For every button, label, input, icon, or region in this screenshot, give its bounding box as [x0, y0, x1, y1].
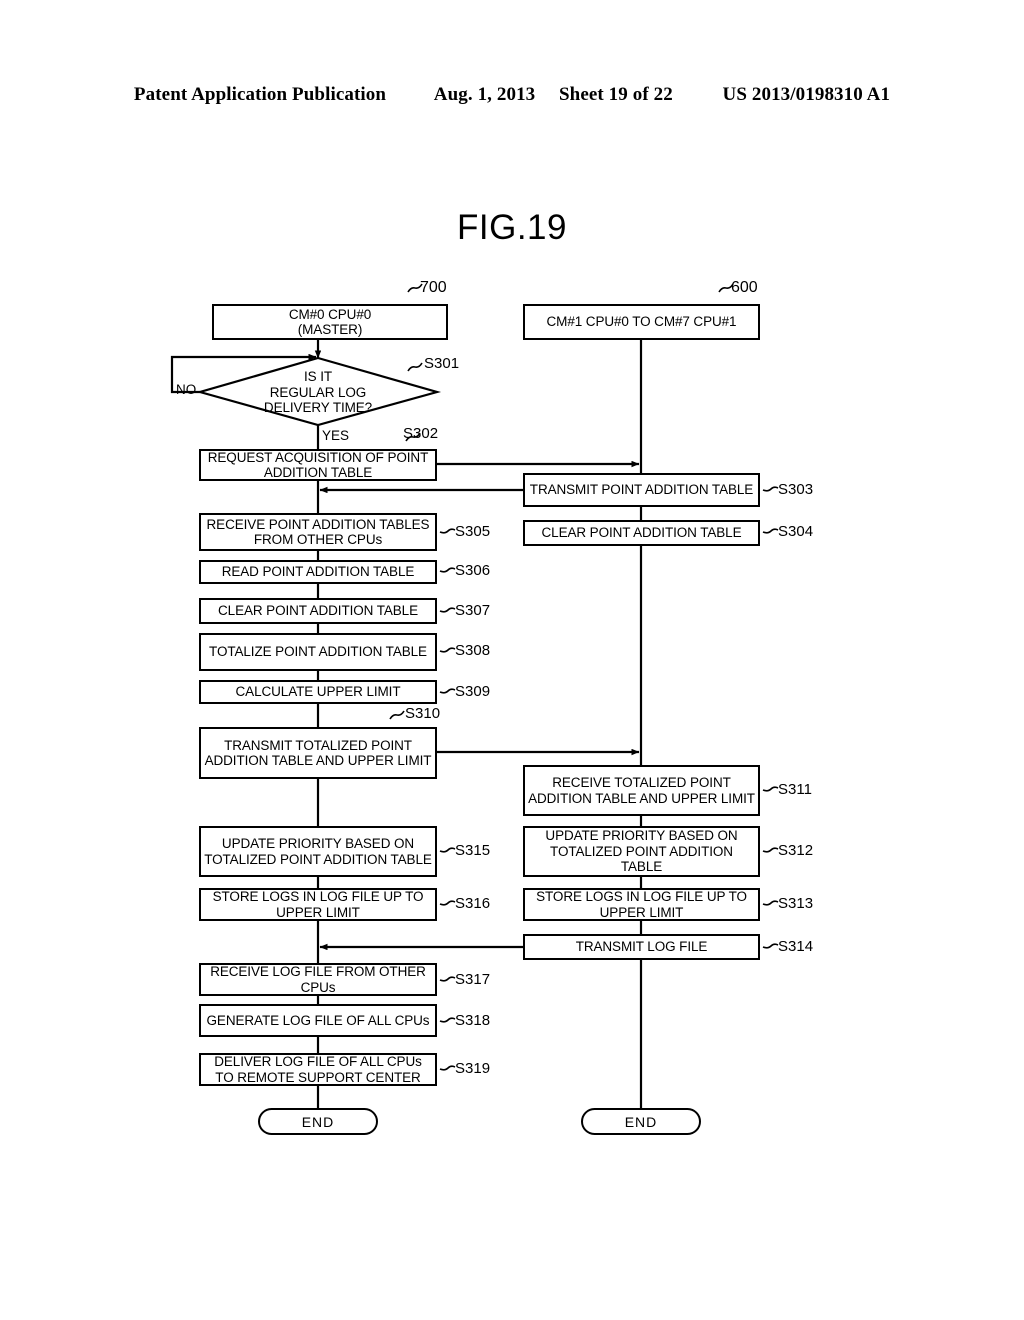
step-ref-s312: S312: [778, 842, 814, 859]
step-box-s307: CLEAR POINT ADDITION TABLE: [199, 598, 437, 624]
lane-header-master-line2: (MASTER): [297, 322, 363, 337]
step-ref-s315: S315: [455, 842, 491, 859]
step-ref-s303: S303: [778, 481, 814, 498]
step-ref-s314: S314: [778, 938, 814, 955]
step-ref-s307: S307: [455, 602, 491, 619]
step-ref-s309: S309: [455, 683, 491, 700]
step-ref-s317: S317: [455, 971, 491, 988]
step-ref-s305: S305: [455, 523, 491, 540]
ref-numeral-700: 700: [420, 279, 447, 296]
step-box-s319: DELIVER LOG FILE OF ALL CPUs TO REMOTE S…: [199, 1053, 437, 1086]
step-box-s312: UPDATE PRIORITY BASED ON TOTALIZED POINT…: [523, 826, 760, 877]
step-box-s309: CALCULATE UPPER LIMIT: [199, 680, 437, 704]
branch-label-no: NO: [176, 382, 197, 397]
step-ref-s316: S316: [455, 895, 491, 912]
step-box-s316: STORE LOGS IN LOG FILE UP TO UPPER LIMIT: [199, 888, 437, 921]
step-ref-s311: S311: [778, 781, 812, 798]
branch-label-yes: YES: [322, 428, 350, 443]
terminator-end-left: END: [258, 1108, 378, 1135]
step-box-s304: CLEAR POINT ADDITION TABLE: [523, 520, 760, 546]
flowchart-diagram: CM#0 CPU#0 (MASTER) 700 CM#1 CPU#0 TO CM…: [0, 0, 1024, 1320]
step-ref-s302: S302: [403, 425, 439, 442]
step-ref-s301: S301: [424, 355, 460, 372]
lane-header-master-line1: CM#0 CPU#0: [288, 306, 372, 322]
terminator-end-right: END: [581, 1108, 701, 1135]
step-ref-s313: S313: [778, 895, 814, 912]
step-box-s305: RECEIVE POINT ADDITION TABLES FROM OTHER…: [199, 513, 437, 551]
step-ref-s318: S318: [455, 1012, 491, 1029]
step-ref-s306: S306: [455, 562, 491, 579]
step-box-s313: STORE LOGS IN LOG FILE UP TO UPPER LIMIT: [523, 888, 760, 921]
flowchart-connectors: [170, 283, 779, 1108]
lane-header-slaves: CM#1 CPU#0 TO CM#7 CPU#1: [523, 304, 760, 340]
step-box-s308: TOTALIZE POINT ADDITION TABLE: [199, 633, 437, 671]
step-ref-s310: S310: [405, 705, 441, 722]
step-box-s303: TRANSMIT POINT ADDITION TABLE: [523, 473, 760, 507]
step-box-s315: UPDATE PRIORITY BASED ON TOTALIZED POINT…: [199, 826, 437, 877]
step-box-s318: GENERATE LOG FILE OF ALL CPUs: [199, 1004, 437, 1037]
step-ref-s308: S308: [455, 642, 491, 659]
step-box-s317: RECEIVE LOG FILE FROM OTHER CPUs: [199, 963, 437, 996]
step-box-s314: TRANSMIT LOG FILE: [523, 934, 760, 960]
step-ref-s319: S319: [455, 1060, 491, 1077]
step-box-s302: REQUEST ACQUISITION OF POINT ADDITION TA…: [199, 449, 437, 481]
lane-header-master: CM#0 CPU#0 (MASTER): [212, 304, 448, 340]
step-box-s310: TRANSMIT TOTALIZED POINT ADDITION TABLE …: [199, 727, 437, 779]
step-box-s306: READ POINT ADDITION TABLE: [199, 560, 437, 584]
step-ref-s304: S304: [778, 523, 814, 540]
step-box-s311: RECEIVE TOTALIZED POINT ADDITION TABLE A…: [523, 765, 760, 816]
ref-numeral-600: 600: [731, 279, 758, 296]
